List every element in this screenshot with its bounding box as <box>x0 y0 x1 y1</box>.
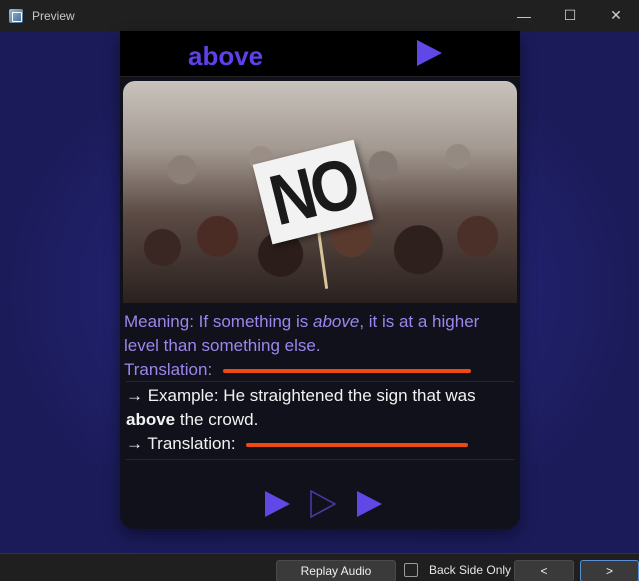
meaning-block: Meaning: If something is above, it is at… <box>124 310 516 382</box>
meaning-word: above <box>312 312 360 331</box>
app-icon <box>9 8 23 23</box>
meaning-prefix: Meaning: If something is <box>124 312 313 331</box>
close-icon[interactable]: ✕ <box>593 0 639 31</box>
minimize-icon[interactable]: — <box>501 0 547 31</box>
example-suffix: the crowd. <box>175 410 259 429</box>
example-word: above <box>126 410 176 429</box>
play-word-icon[interactable] <box>417 40 442 66</box>
translation-blank <box>222 368 471 373</box>
preview-canvas: above NO Meaning: If something is above,… <box>0 31 639 553</box>
bottom-toolbar: Replay Audio Back Side Only < > <box>0 553 639 581</box>
window-controls: — ☐ ✕ <box>501 0 639 31</box>
translation-label: Translation: <box>124 360 213 379</box>
play-outline-icon[interactable] <box>310 490 336 518</box>
example-translation-label: → Translation: <box>126 434 236 453</box>
divider <box>126 459 514 460</box>
maximize-icon[interactable]: ☐ <box>547 0 593 31</box>
card-image: NO <box>123 81 517 303</box>
example-translation-blank <box>246 442 469 447</box>
audio-controls <box>120 489 520 519</box>
previous-button[interactable]: < <box>514 560 574 581</box>
title-bar: Preview — ☐ ✕ <box>0 0 639 31</box>
flashcard: above NO Meaning: If something is above,… <box>120 31 520 529</box>
card-word: above <box>188 41 264 71</box>
card-header: above <box>120 31 520 77</box>
replay-audio-button[interactable]: Replay Audio <box>276 560 396 581</box>
window-title: Preview <box>32 8 75 23</box>
back-side-label: Back Side Only <box>429 563 512 577</box>
next-button[interactable]: > <box>580 560 639 581</box>
back-side-checkbox[interactable] <box>404 563 418 577</box>
divider <box>126 381 514 382</box>
play-example-icon[interactable] <box>357 491 382 517</box>
example-prefix: → Example: He straightened the sign that… <box>126 386 476 405</box>
example-block: → Example: He straightened the sign that… <box>126 384 514 456</box>
play-meaning-icon[interactable] <box>265 491 290 517</box>
